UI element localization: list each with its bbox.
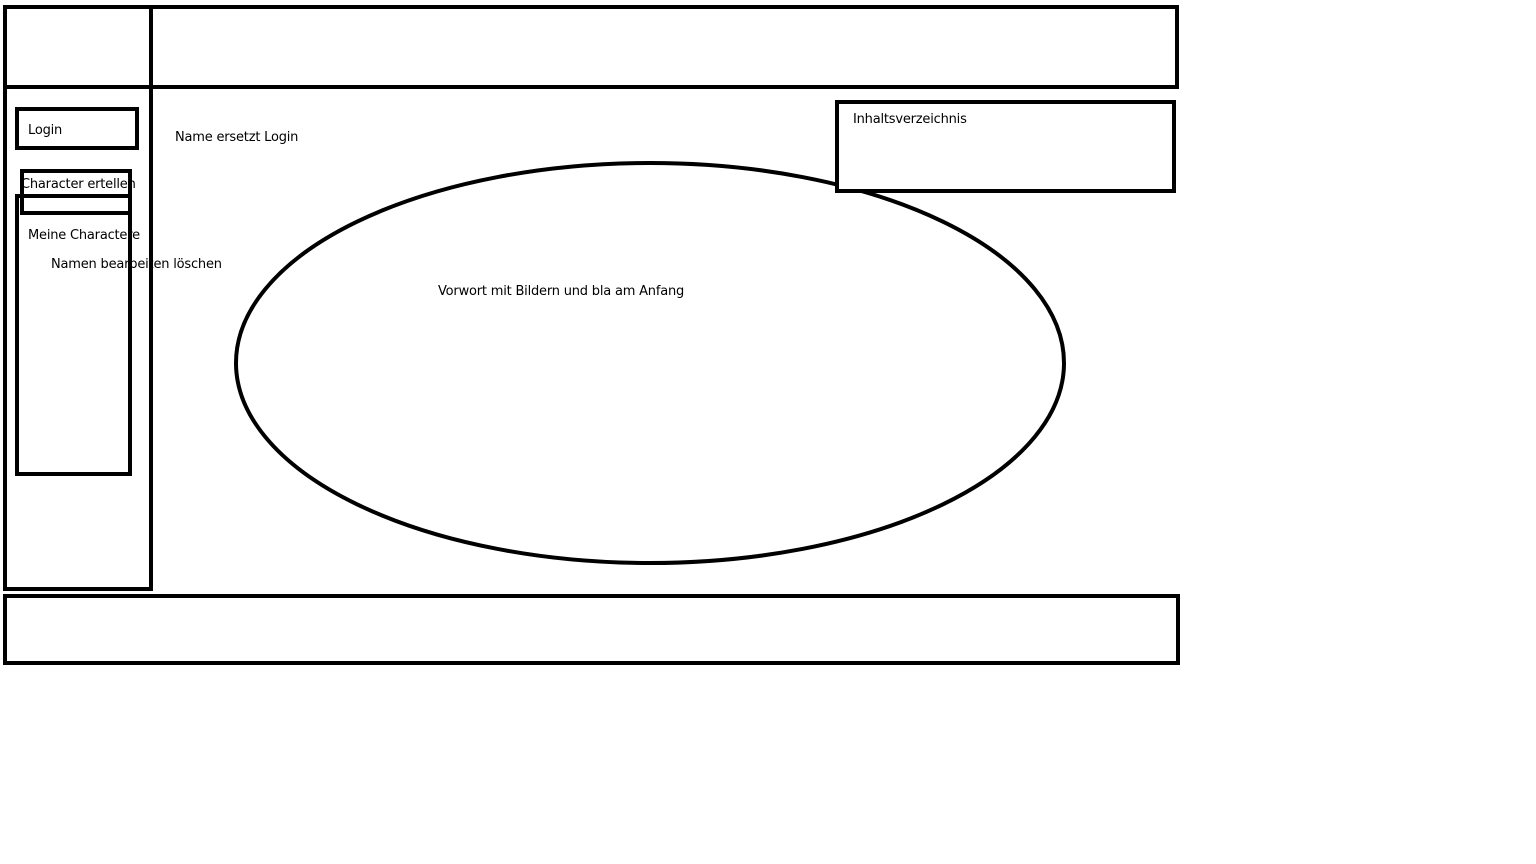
create-character-label: Character ertellen — [21, 177, 136, 192]
intro-ellipse — [234, 161, 1066, 565]
my-characters-label: Meine Charactere — [28, 228, 140, 243]
login-label: Login — [28, 123, 63, 138]
intro-text: Vorwort mit Bildern und bla am Anfang — [438, 284, 685, 299]
toc-label: Inhaltsverzeichnis — [853, 112, 967, 127]
header-banner — [149, 5, 1179, 89]
login-note: Name ersetzt Login — [175, 130, 299, 145]
footer — [3, 594, 1180, 665]
logo-box — [3, 5, 153, 89]
character-actions-label[interactable]: Namen bearbeiten löschen — [51, 257, 222, 273]
